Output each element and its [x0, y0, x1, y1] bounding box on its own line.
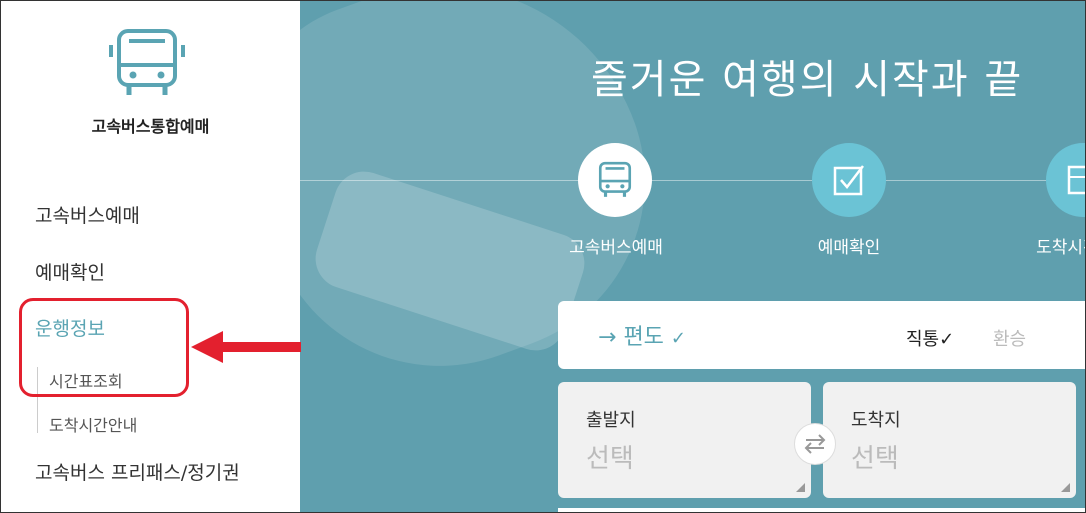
direct-option[interactable]: 직통✓	[906, 325, 954, 351]
annotation-highlight-box	[19, 298, 189, 397]
arrival-selector[interactable]: 도착지 선택	[823, 382, 1076, 498]
one-way-label: 편도	[623, 325, 664, 350]
sidebar-item-booking-check[interactable]: 예매확인	[35, 258, 105, 285]
bus-icon[interactable]	[109, 29, 185, 97]
quick-check-button[interactable]	[812, 143, 886, 217]
check-icon: ✓	[939, 329, 955, 350]
quick-arrival-button[interactable]	[1046, 143, 1085, 217]
quick-booking-label[interactable]: 고속버스예매	[558, 233, 674, 258]
annotation-arrow-icon	[191, 331, 301, 363]
swap-button[interactable]	[794, 423, 836, 465]
sidebar-item-freepass[interactable]: 고속버스 프리패스/정기권	[35, 458, 240, 485]
bus-icon	[598, 161, 632, 197]
dropdown-corner-icon	[796, 483, 805, 492]
brand-title[interactable]: 고속버스통합예매	[1, 113, 300, 137]
divider	[300, 180, 1085, 181]
quick-booking-button[interactable]	[578, 143, 652, 217]
sidebar-item-express-bus-booking[interactable]: 고속버스예매	[35, 201, 140, 228]
departure-selector[interactable]: 출발지 선택	[558, 382, 811, 498]
arrival-value: 선택	[851, 444, 899, 474]
departure-value: 선택	[586, 444, 634, 474]
trip-type-panel: → 편도 ✓ 직통✓ 환승	[558, 301, 1085, 369]
checkbox-icon	[833, 165, 864, 196]
sidebar: 고속버스통합예매 고속버스예매 예매확인 운행정보 시간표조회 도착시간안내 고…	[1, 1, 300, 512]
departure-label: 출발지	[586, 410, 636, 431]
trip-direction-selector[interactable]: → 편도 ✓	[598, 319, 686, 351]
dropdown-corner-icon	[1061, 483, 1070, 492]
transfer-option[interactable]: 환승	[993, 325, 1026, 351]
arrival-label: 도착지	[851, 410, 901, 431]
sidebar-subitem-arrival-time[interactable]: 도착시간안내	[49, 412, 137, 436]
form-bottom-edge	[558, 508, 1085, 512]
quick-check-label[interactable]: 예매확인	[794, 233, 904, 258]
arrow-right-icon: →	[598, 325, 617, 350]
main-hero: 즐거운 여행의 시작과 끝 고속버스예매 예매확인 도착시 → 편도 ✓ 직통✓…	[300, 1, 1085, 512]
quick-arrival-label[interactable]: 도착시간안내	[1027, 233, 1085, 258]
check-icon: ✓	[670, 328, 687, 349]
board-icon	[1067, 165, 1085, 195]
swap-icon	[804, 434, 826, 454]
window-frame: 고속버스통합예매 고속버스예매 예매확인 운행정보 시간표조회 도착시간안내 고…	[0, 0, 1086, 513]
direct-label: 직통	[906, 329, 940, 350]
hero-title: 즐거운 여행의 시작과 끝	[591, 57, 1024, 103]
